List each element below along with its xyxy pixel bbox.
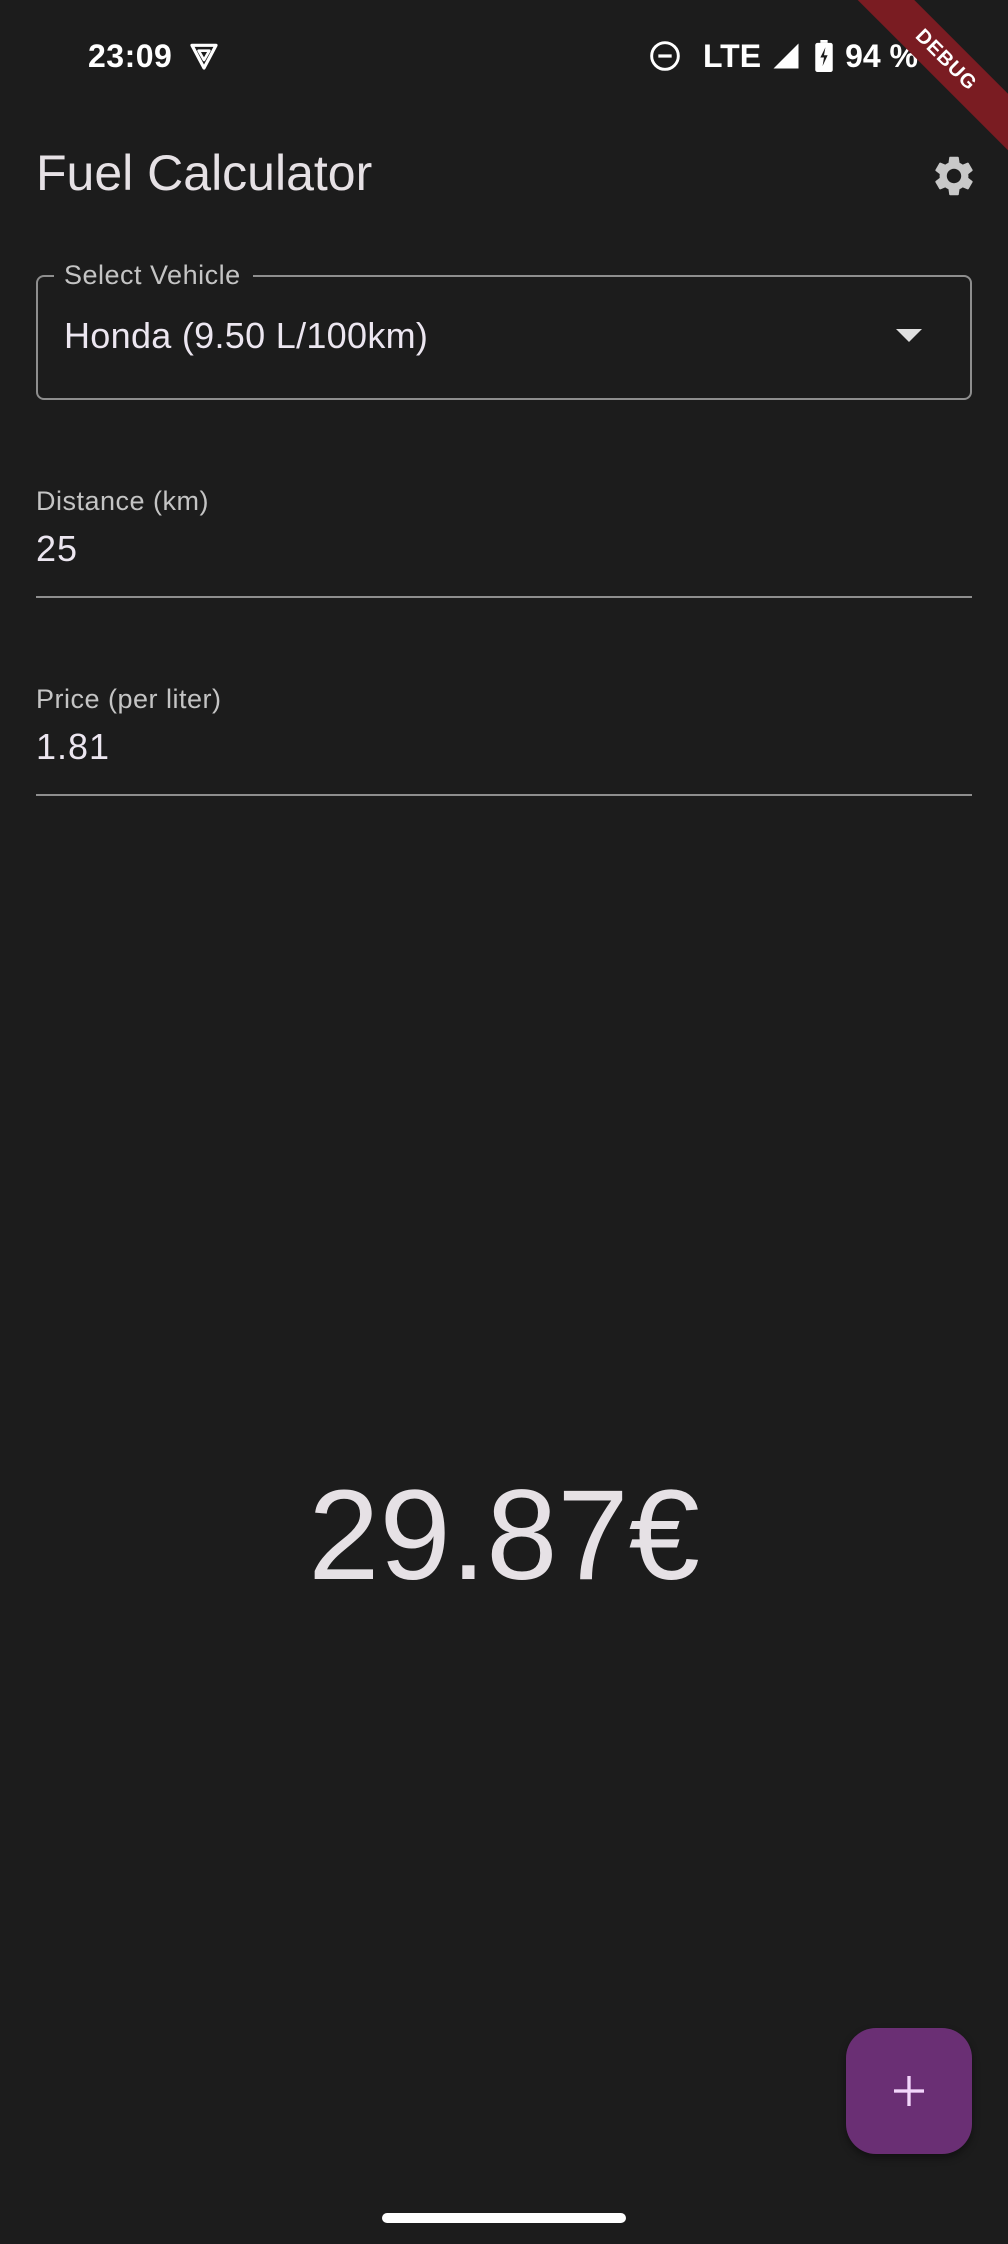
price-input[interactable] [36, 726, 972, 768]
distance-input[interactable] [36, 528, 972, 570]
status-indicators: LTE 94 % [649, 36, 918, 76]
distance-field: Distance (km) [36, 486, 972, 598]
gesture-nav-handle[interactable] [382, 2213, 626, 2223]
vehicle-select-label: Select Vehicle [54, 260, 253, 291]
vehicle-select[interactable]: Select Vehicle Honda (9.50 L/100km) [36, 260, 972, 400]
price-field: Price (per liter) [36, 684, 972, 796]
signal-icon [773, 43, 799, 69]
price-label: Price (per liter) [36, 684, 222, 714]
page-title: Fuel Calculator [36, 145, 373, 201]
arrow-drop-down-icon [896, 329, 922, 342]
plus-icon [894, 2076, 924, 2106]
gear-icon [935, 156, 973, 196]
battery-charging-icon [815, 40, 833, 72]
distance-label: Distance (km) [36, 486, 210, 516]
add-vehicle-button[interactable] [846, 2028, 972, 2154]
status-bar: 23:09 LTE 94 % [0, 0, 1008, 114]
do-not-disturb-icon [650, 41, 680, 71]
settings-button[interactable] [928, 150, 980, 202]
status-time: 23:09 [88, 38, 173, 74]
vpn-icon [190, 43, 218, 70]
network-type: LTE [703, 37, 762, 74]
result-value: 29.87€ [308, 1464, 700, 1607]
vehicle-select-value: Honda (9.50 L/100km) [64, 315, 429, 356]
